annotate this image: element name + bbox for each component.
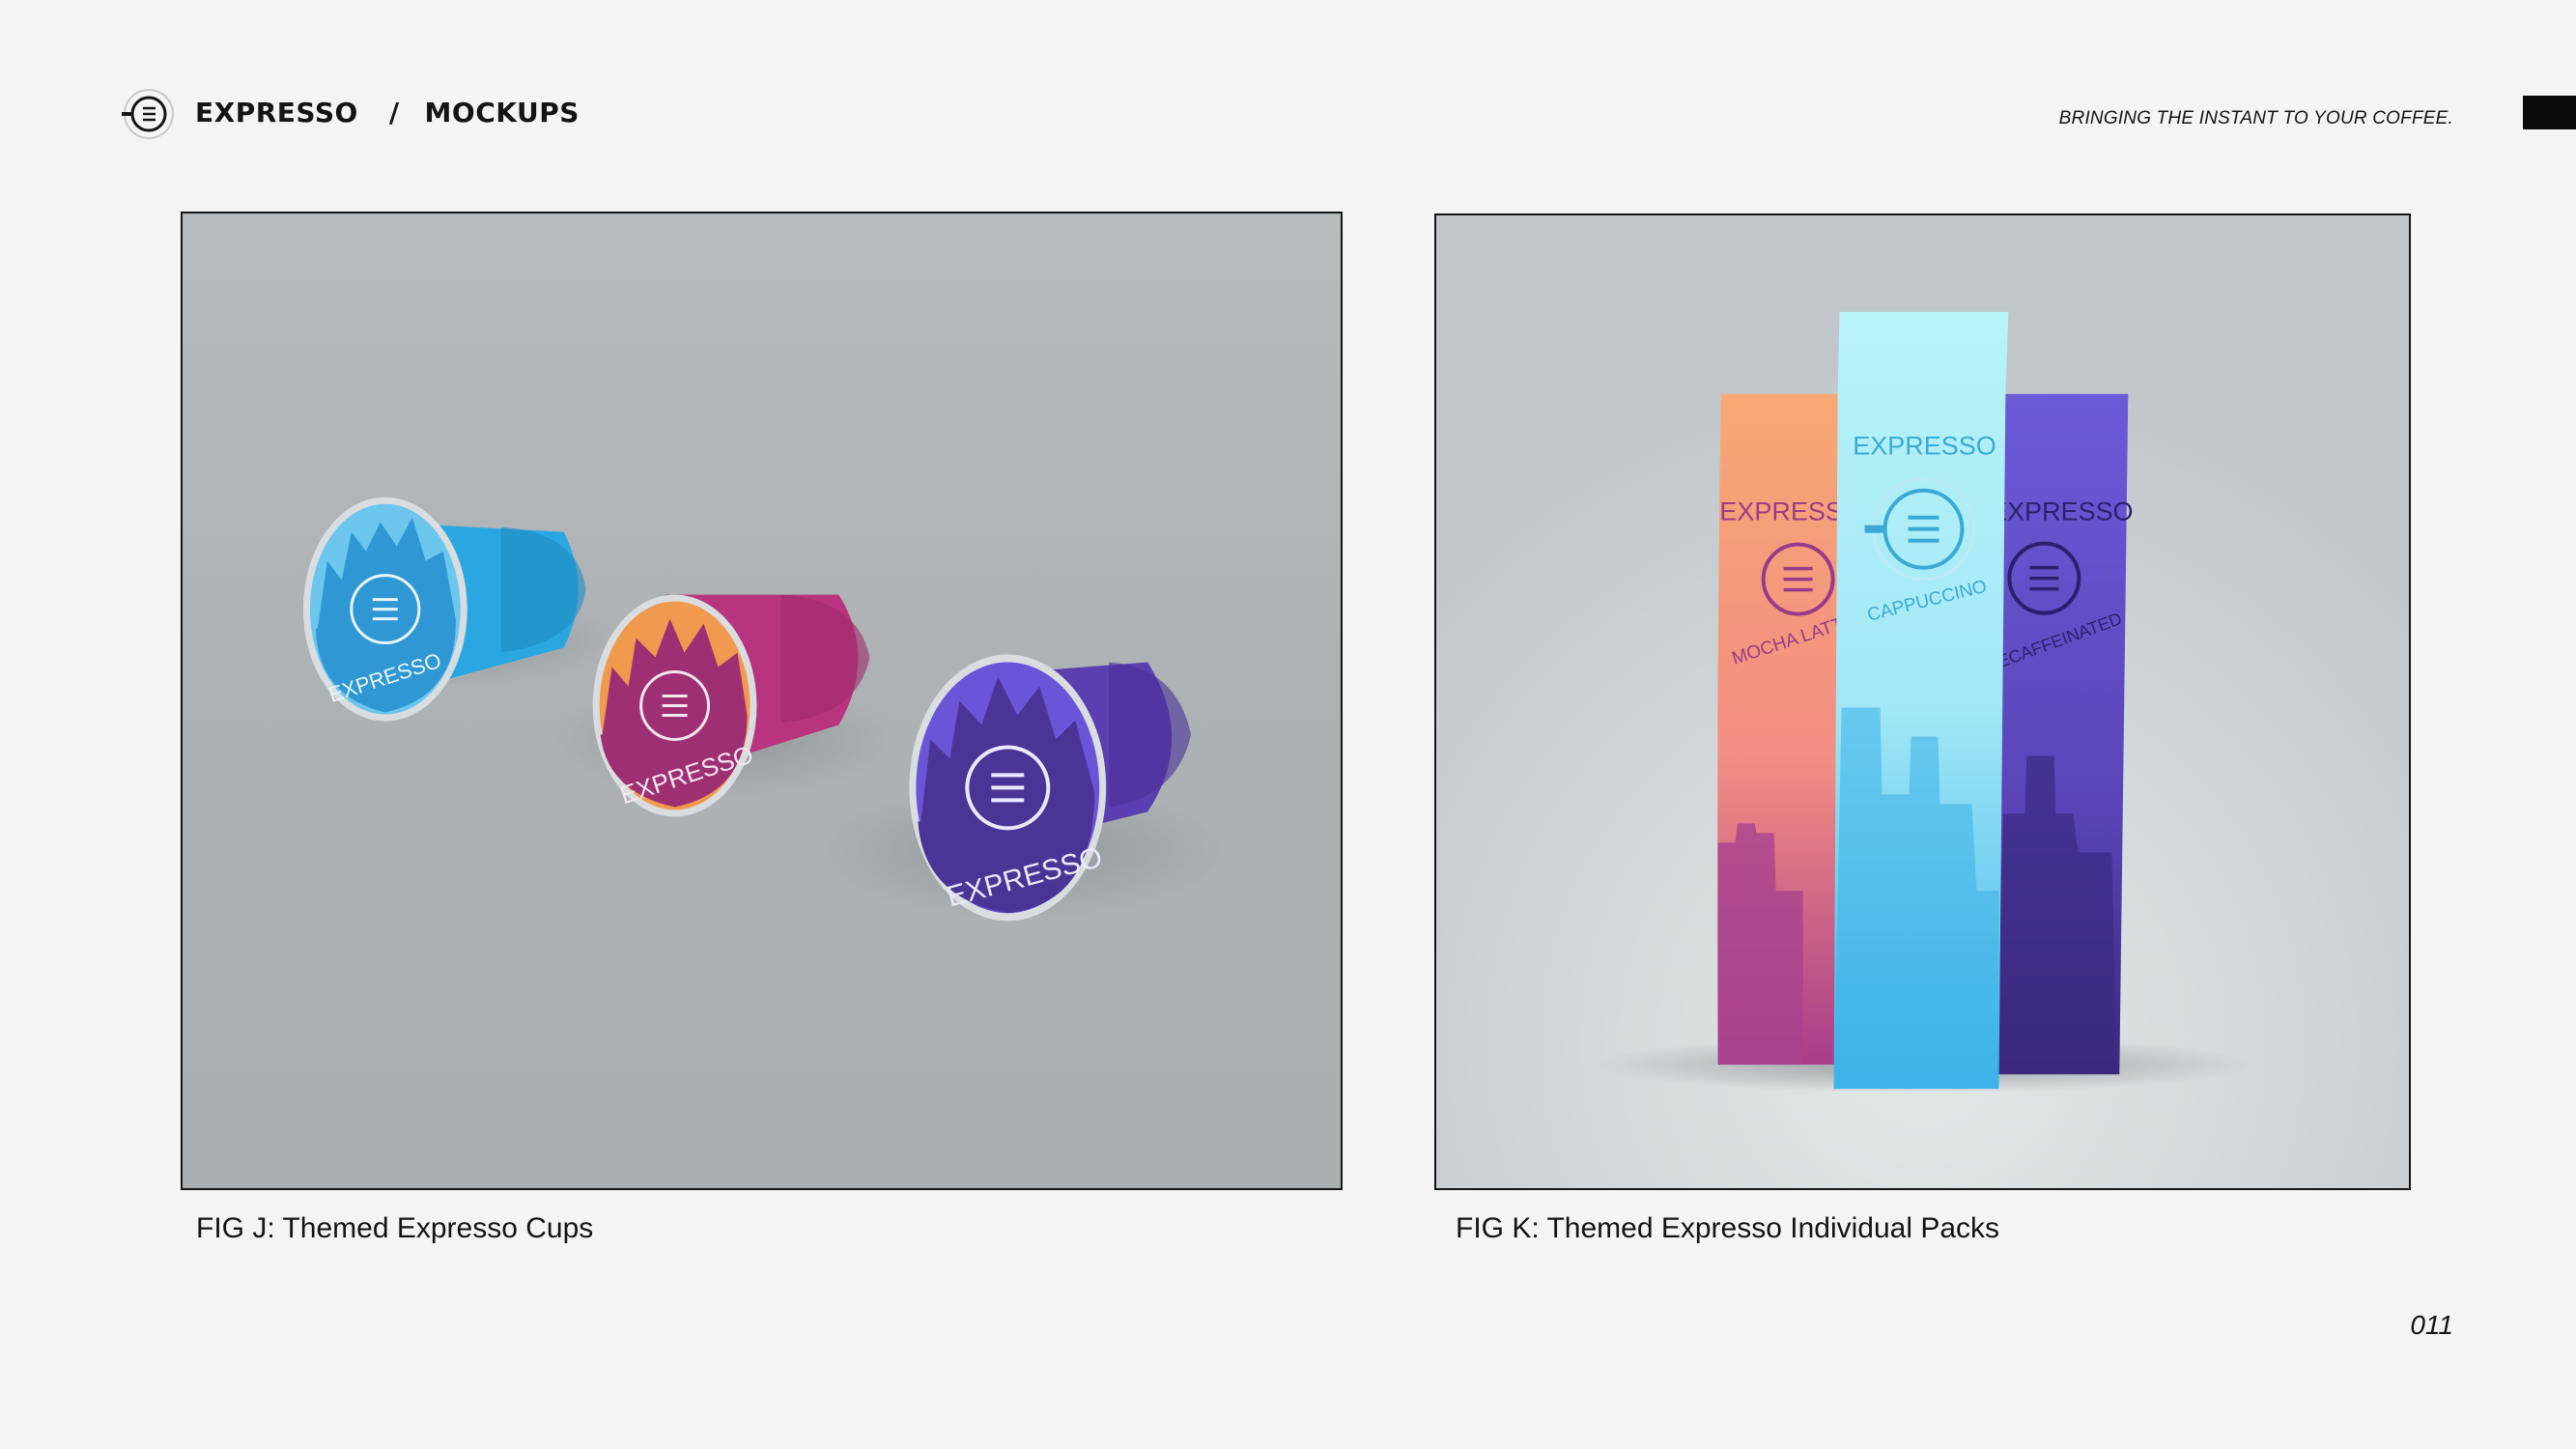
corner-tab [2523,96,2576,129]
breadcrumb: EXPRESSO / MOCKUPS [195,97,580,128]
figure-j-image: EXPRESSO EXPRESSO EXPRESSO [181,212,1343,1190]
brand-name: EXPRESSO [195,97,358,128]
figure-k-caption: FIG K: Themed Expresso Individual Packs [1456,1212,2000,1244]
breadcrumb-separator: / [388,97,400,128]
page-number: 011 [2410,1310,2453,1340]
expresso-logo-icon [122,89,174,139]
pack-decaffeinated: EXPRESSO DECAFFEINATED [1983,393,2134,1075]
pack-middle-brand: EXPRESSO [1853,432,1996,461]
pack-right-brand: EXPRESSO [1990,497,2133,526]
pack-cappuccino: EXPRESSO CAPPUCCINO [1833,311,2009,1090]
figure-k-image: EXPRESSO MOCHA LATTE EXPRESSO DECAFFEINA… [1434,213,2411,1190]
section-name: MOCKUPS [424,97,580,128]
figure-j-caption: FIG J: Themed Expresso Cups [196,1212,594,1244]
tagline: BRINGING THE INSTANT TO YOUR COFFEE. [2058,108,2453,128]
